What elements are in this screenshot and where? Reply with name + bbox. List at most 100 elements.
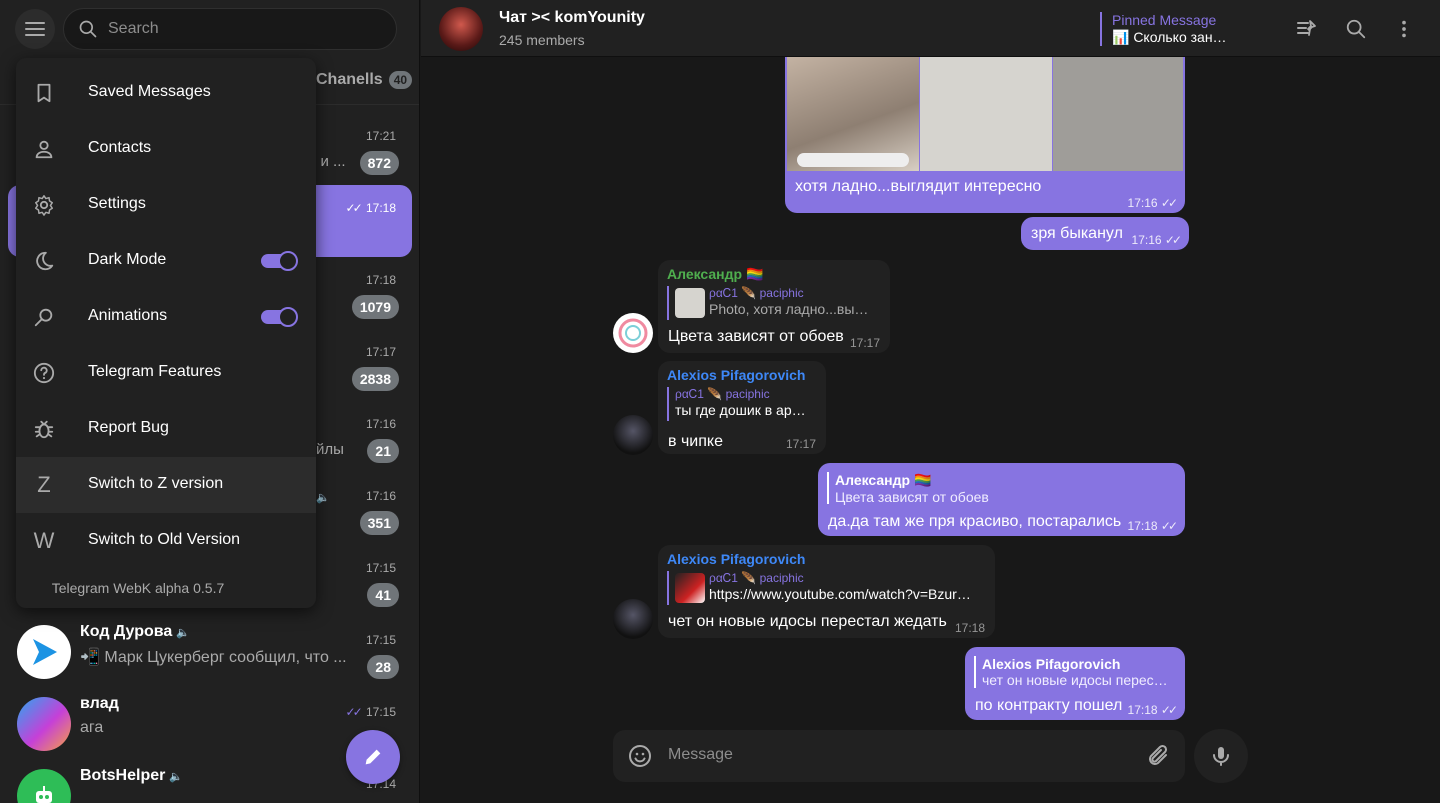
voice-record-button[interactable]	[1194, 729, 1248, 783]
read-checks-icon: ✓✓	[1160, 703, 1178, 717]
message-out[interactable]: Александр 🏳️‍🌈 Цвета зависят от обоев да…	[818, 463, 1185, 536]
reply-text: Photo, хотя ладно...вы…	[709, 301, 869, 317]
telegram-app: Chanells 40 17:21 о и ... 872 ✓✓ 17:18 1…	[0, 0, 1440, 803]
new-message-button[interactable]	[346, 730, 400, 784]
message-time: 17:16	[1127, 196, 1158, 210]
menu-item-contacts[interactable]: Contacts	[16, 121, 316, 177]
message-time: 17:18	[954, 621, 985, 635]
menu-item-report-bug[interactable]: Report Bug	[16, 401, 316, 457]
animations-toggle[interactable]	[261, 307, 298, 327]
app-version: Telegram WebK alpha 0.5.7	[51, 580, 225, 596]
message-out[interactable]: Alexios Pifagorovich чет он новые идосы …	[965, 647, 1185, 720]
menu-item-label: Saved Messages	[88, 83, 211, 100]
chat-preview: ага	[80, 719, 104, 736]
photo-thumbnail[interactable]	[1053, 57, 1183, 171]
photo-thumbnail[interactable]	[920, 57, 1052, 171]
reply-name: Alexios Pifagorovich	[982, 656, 1121, 672]
message-text: да.да там же пря красиво, постарались	[828, 513, 1122, 530]
reply-preview[interactable]: ραᏟ1 🪶 paciphic ты где дошик в ар…	[667, 387, 817, 421]
pencil-icon	[365, 749, 381, 765]
unread-badge: 351	[359, 511, 399, 535]
w-letter-icon: W	[33, 528, 55, 553]
chat-preview: йлы	[316, 441, 344, 458]
microphone-icon	[1213, 747, 1229, 766]
chat-avatar[interactable]	[439, 7, 483, 51]
message-text: по контракту пошел	[975, 697, 1123, 714]
help-icon	[32, 361, 56, 385]
search-icon	[1346, 19, 1366, 39]
message-time-wrap: 17:16 ✓✓	[1132, 233, 1183, 247]
message-sender: Alexios Pifagorovich	[667, 551, 806, 567]
pinned-message[interactable]: Pinned Message 📊 Сколько зан…	[1100, 12, 1227, 46]
paperclip-icon[interactable]	[1146, 744, 1170, 768]
message-text: зря быканул	[1031, 225, 1123, 242]
message-out[interactable]: хотя ладно...выглядит интересно 17:16 ✓✓	[785, 57, 1185, 213]
pinned-list-button[interactable]	[1294, 16, 1320, 42]
hamburger-icon	[25, 21, 45, 36]
message-in[interactable]: Alexios Pifagorovich ραᏟ1 🪶 paciphic htt…	[658, 545, 995, 638]
sender-avatar[interactable]	[613, 313, 653, 353]
message-time-wrap: 17:18 ✓✓	[1128, 519, 1179, 533]
chat-time: 17:15	[365, 633, 396, 647]
reply-preview[interactable]: Александр 🏳️‍🌈 Цвета зависят от обоев	[827, 472, 1167, 505]
main-menu-button[interactable]	[15, 8, 55, 49]
search-in-chat-button[interactable]	[1343, 16, 1369, 42]
menu-item-settings[interactable]: Settings	[16, 177, 316, 233]
reply-preview[interactable]: ραᏟ1 🪶 paciphic https://www.youtube.com/…	[667, 571, 985, 605]
reply-name: ραᏟ1 🪶 paciphic	[709, 571, 804, 585]
menu-item-label: Telegram Features	[88, 363, 222, 380]
message-in[interactable]: Alexios Pifagorovich ραᏟ1 🪶 paciphic ты …	[658, 361, 826, 454]
chat-time: 17:21	[365, 129, 396, 143]
menu-item-dark-mode[interactable]: Dark Mode	[16, 233, 316, 289]
chat-time: 17:18	[365, 273, 396, 287]
message-time-wrap: 17:18 ✓✓	[1127, 703, 1179, 717]
unread-badge: 2838	[351, 367, 399, 391]
message-out[interactable]: зря быканул 17:16 ✓✓	[1021, 217, 1189, 250]
sender-avatar[interactable]	[613, 599, 653, 639]
reply-preview[interactable]: ραᏟ1 🪶 paciphic Photo, хотя ладно...вы…	[667, 286, 879, 320]
menu-item-telegram-features[interactable]: Telegram Features	[16, 345, 316, 401]
reply-text: https://www.youtube.com/watch?v=Bzur…	[709, 586, 971, 602]
read-checks-icon: ✓✓	[1160, 196, 1178, 210]
menu-item-label: Switch to Z version	[88, 475, 224, 492]
search-input[interactable]	[108, 20, 368, 38]
chat-list-panel: Chanells 40 17:21 о и ... 872 ✓✓ 17:18 1…	[0, 0, 420, 803]
chat-time: 17:17	[365, 345, 396, 359]
menu-item-saved-messages[interactable]: Saved Messages	[16, 65, 316, 121]
menu-item-label: Settings	[88, 195, 146, 212]
search-icon	[79, 20, 97, 38]
reply-text: Цвета зависят от обоев	[835, 489, 989, 505]
photo-thumbnail[interactable]	[787, 57, 919, 171]
tab-channels[interactable]: Chanells 40	[316, 71, 413, 89]
message-time: 17:18	[1127, 703, 1158, 717]
message-input[interactable]	[668, 743, 1108, 767]
read-checks-icon: ✓✓	[1160, 519, 1178, 533]
message-time: 17:17	[849, 336, 880, 350]
bug-icon	[32, 417, 56, 441]
more-button[interactable]	[1391, 16, 1417, 42]
emoji-icon[interactable]	[628, 744, 652, 768]
chat-time: 17:18	[365, 201, 396, 215]
chat-title: влад	[80, 695, 119, 712]
chat-header-title[interactable]: Чат >< komYounity	[499, 9, 645, 27]
chat-title: BotsHelper	[80, 767, 166, 784]
tab-channels-count: 40	[388, 71, 413, 89]
menu-item-label: Contacts	[88, 139, 152, 156]
dark-mode-toggle[interactable]	[261, 251, 298, 271]
z-letter-icon: Z	[37, 472, 51, 497]
message-sender: Alexios Pifagorovich	[667, 367, 806, 383]
chat-list-item[interactable]: Код Дурова 🔈 📲 Марк Цукерберг сообщил, чт…	[8, 617, 412, 689]
menu-item-switch-old[interactable]: W Switch to Old Version	[16, 513, 316, 569]
reply-preview[interactable]: Alexios Pifagorovich чет он новые идосы …	[974, 656, 1174, 688]
avatar	[17, 769, 71, 803]
chat-header-subtitle: 245 members	[499, 32, 585, 48]
sender-avatar[interactable]	[613, 415, 653, 455]
menu-item-animations[interactable]: Animations	[16, 289, 316, 345]
kod-durova-logo-icon	[33, 639, 57, 665]
menu-item-switch-z[interactable]: Z Switch to Z version	[16, 457, 316, 513]
chat-time: 17:15	[365, 561, 396, 575]
message-in[interactable]: Александр 🏳️‍🌈 ραᏟ1 🪶 paciphic Photo, хо…	[658, 260, 890, 353]
search-box[interactable]	[63, 8, 397, 50]
reply-thumbnail	[675, 288, 705, 318]
unread-badge: 41	[367, 583, 399, 607]
